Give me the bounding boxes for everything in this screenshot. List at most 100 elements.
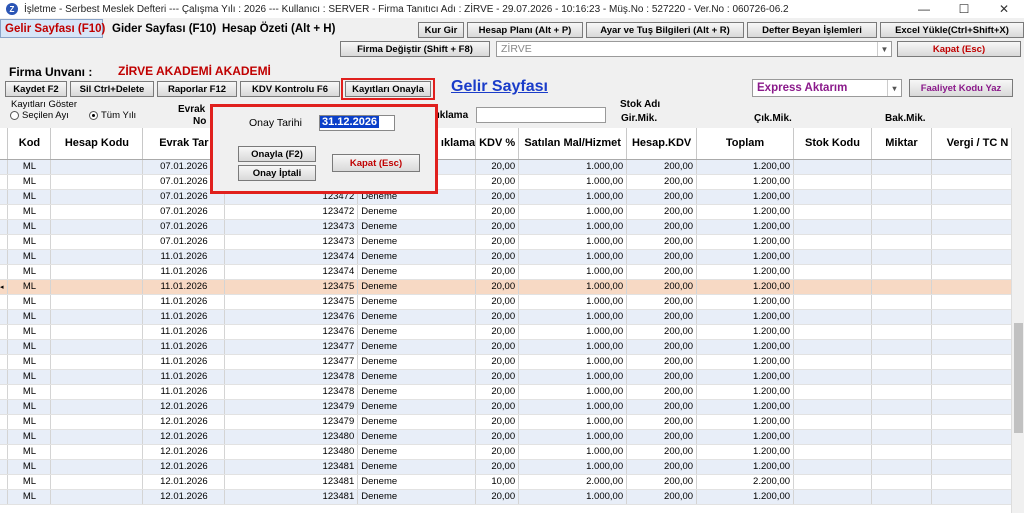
evrak-no-cell[interactable]: 123478 <box>224 384 359 400</box>
column-header[interactable]: Miktar <box>871 128 932 160</box>
hesap-kdv-cell[interactable]: 200,00 <box>626 414 698 430</box>
hesap-kdv-cell[interactable]: 200,00 <box>626 264 698 280</box>
kaydet-button[interactable]: Kaydet F2 <box>5 81 67 97</box>
kur-gir-button[interactable]: Kur Gir <box>418 22 464 38</box>
hesap-kodu-cell[interactable] <box>50 354 144 370</box>
scrollbar-thumb[interactable] <box>1014 323 1023 433</box>
kdv-orani-cell[interactable]: 20,00 <box>475 159 520 175</box>
miktar-cell[interactable] <box>871 234 932 250</box>
evrak-no-cell[interactable]: 123481 <box>224 459 359 475</box>
vertical-scrollbar[interactable] <box>1011 128 1024 513</box>
miktar-cell[interactable] <box>871 189 932 205</box>
table-row[interactable]: ML 12.01.2026 123480 Deneme 20,00 1.000,00 200… <box>0 429 1024 445</box>
chevron-down-icon[interactable]: ▼ <box>877 42 891 56</box>
kdv-orani-cell[interactable]: 10,00 <box>475 474 520 490</box>
satilan-mal-cell[interactable]: 2.000,00 <box>518 474 628 490</box>
evrak-tarihi-cell[interactable]: 12.01.2026 <box>142 399 226 415</box>
table-row[interactable]: ML 11.01.2026 123478 Deneme 20,00 1.000,00 200… <box>0 384 1024 400</box>
kod-cell[interactable]: ML <box>7 264 52 280</box>
defter-beyan-button[interactable]: Defter Beyan İşlemleri <box>747 22 877 38</box>
kdv-orani-cell[interactable]: 20,00 <box>475 264 520 280</box>
hesap-kodu-cell[interactable] <box>50 429 144 445</box>
evrak-tarihi-cell[interactable]: 11.01.2026 <box>142 384 226 400</box>
hesap-kodu-cell[interactable] <box>50 189 144 205</box>
toplam-cell[interactable]: 1.200,00 <box>696 234 795 250</box>
satilan-mal-cell[interactable]: 1.000,00 <box>518 414 628 430</box>
miktar-cell[interactable] <box>871 369 932 385</box>
vergi-no-cell[interactable] <box>931 309 1024 325</box>
kdv-orani-cell[interactable]: 20,00 <box>475 444 520 460</box>
kdv-orani-cell[interactable]: 20,00 <box>475 249 520 265</box>
table-row[interactable]: ML 07.01.2026 123473 Deneme 20,00 1.000,00 200… <box>0 219 1024 235</box>
kod-cell[interactable]: ML <box>7 174 52 190</box>
evrak-no-cell[interactable]: 123474 <box>224 264 359 280</box>
stok-kodu-cell[interactable] <box>793 339 872 355</box>
evrak-no-cell[interactable]: 123481 <box>224 474 359 490</box>
toplam-cell[interactable]: 1.200,00 <box>696 339 795 355</box>
kod-cell[interactable]: ML <box>7 489 52 505</box>
satilan-mal-cell[interactable]: 1.000,00 <box>518 459 628 475</box>
stok-kodu-cell[interactable] <box>793 249 872 265</box>
hesap-kodu-cell[interactable] <box>50 489 144 505</box>
miktar-cell[interactable] <box>871 339 932 355</box>
hesap-kdv-cell[interactable]: 200,00 <box>626 219 698 235</box>
hesap-kdv-cell[interactable]: 200,00 <box>626 279 698 295</box>
table-row[interactable]: ML 12.01.2026 123480 Deneme 20,00 1.000,00 200… <box>0 444 1024 460</box>
stok-kodu-cell[interactable] <box>793 459 872 475</box>
hesap-kodu-cell[interactable] <box>50 414 144 430</box>
evrak-no-cell[interactable]: 123479 <box>224 414 359 430</box>
miktar-cell[interactable] <box>871 204 932 220</box>
kdv-orani-cell[interactable]: 20,00 <box>475 459 520 475</box>
stok-kodu-cell[interactable] <box>793 324 872 340</box>
firma-select[interactable]: ZİRVE ▼ <box>496 41 892 57</box>
kod-cell[interactable]: ML <box>7 294 52 310</box>
evrak-no-cell[interactable]: 123472 <box>224 204 359 220</box>
hesap-plani-button[interactable]: Hesap Planı (Alt + P) <box>467 22 583 38</box>
kod-cell[interactable]: ML <box>7 234 52 250</box>
kdv-orani-cell[interactable]: 20,00 <box>475 489 520 505</box>
table-row[interactable]: ML 12.01.2026 123481 Deneme 20,00 1.000,00 200… <box>0 489 1024 505</box>
evrak-no-cell[interactable]: 123475 <box>224 294 359 310</box>
evrak-tarihi-cell[interactable]: 11.01.2026 <box>142 324 226 340</box>
hesap-kodu-cell[interactable] <box>50 264 144 280</box>
stok-kodu-cell[interactable] <box>793 369 872 385</box>
kdv-orani-cell[interactable]: 20,00 <box>475 219 520 235</box>
radio-empty-icon[interactable] <box>10 111 19 120</box>
table-row[interactable]: ML 12.01.2026 123479 Deneme 20,00 1.000,00 200… <box>0 399 1024 415</box>
kod-cell[interactable]: ML <box>7 399 52 415</box>
aciklama-cell[interactable]: Deneme <box>357 264 477 280</box>
miktar-cell[interactable] <box>871 429 932 445</box>
table-row[interactable]: ML 12.01.2026 123481 Deneme 10,00 2.000,00 200… <box>0 474 1024 490</box>
miktar-cell[interactable] <box>871 294 932 310</box>
row-marker[interactable] <box>0 339 9 355</box>
aciklama-cell[interactable]: Deneme <box>357 339 477 355</box>
aciklama-cell[interactable]: Deneme <box>357 204 477 220</box>
stok-kodu-cell[interactable] <box>793 354 872 370</box>
evrak-no-cell[interactable]: 123473 <box>224 219 359 235</box>
satilan-mal-cell[interactable]: 1.000,00 <box>518 174 628 190</box>
aciklama-cell[interactable]: Deneme <box>357 429 477 445</box>
kdv-orani-cell[interactable]: 20,00 <box>475 354 520 370</box>
stok-kodu-cell[interactable] <box>793 234 872 250</box>
row-marker[interactable] <box>0 324 9 340</box>
table-row[interactable]: ML 07.01.2026 123473 Deneme 20,00 1.000,00 200… <box>0 234 1024 250</box>
evrak-tarihi-cell[interactable]: 11.01.2026 <box>142 264 226 280</box>
aciklama-cell[interactable]: Deneme <box>357 489 477 505</box>
evrak-tarihi-cell[interactable]: 11.01.2026 <box>142 339 226 355</box>
row-marker[interactable] <box>0 249 9 265</box>
toplam-cell[interactable]: 1.200,00 <box>696 429 795 445</box>
column-header[interactable]: Toplam <box>696 128 795 160</box>
hesap-kodu-cell[interactable] <box>50 234 144 250</box>
toplam-cell[interactable]: 1.200,00 <box>696 189 795 205</box>
miktar-cell[interactable] <box>871 414 932 430</box>
evrak-tarihi-cell[interactable]: 12.01.2026 <box>142 474 226 490</box>
kod-cell[interactable]: ML <box>7 474 52 490</box>
satilan-mal-cell[interactable]: 1.000,00 <box>518 189 628 205</box>
hesap-kdv-cell[interactable]: 200,00 <box>626 189 698 205</box>
stok-kodu-cell[interactable] <box>793 294 872 310</box>
minimize-button[interactable]: — <box>904 0 944 18</box>
aciklama-cell[interactable]: Deneme <box>357 309 477 325</box>
row-marker[interactable] <box>0 264 9 280</box>
table-row[interactable]: ML 07.01.2026 123472 Deneme 20,00 1.000,00 200… <box>0 189 1024 205</box>
evrak-tarihi-cell[interactable]: 11.01.2026 <box>142 294 226 310</box>
